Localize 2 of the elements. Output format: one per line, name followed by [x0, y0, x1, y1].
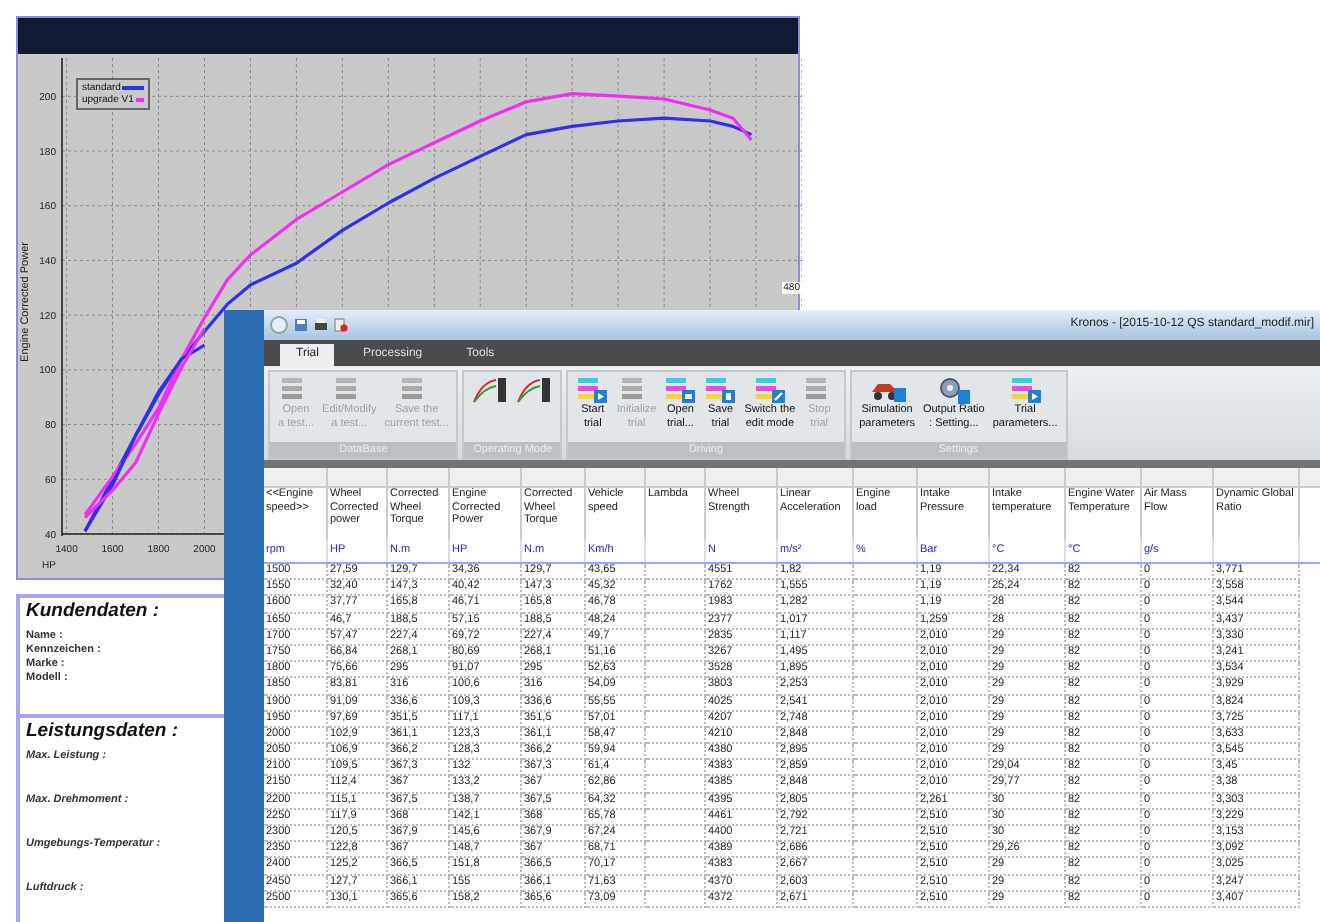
section-title: Leistungsdaten : — [26, 718, 181, 744]
section-title: Kundendaten : — [26, 598, 161, 624]
